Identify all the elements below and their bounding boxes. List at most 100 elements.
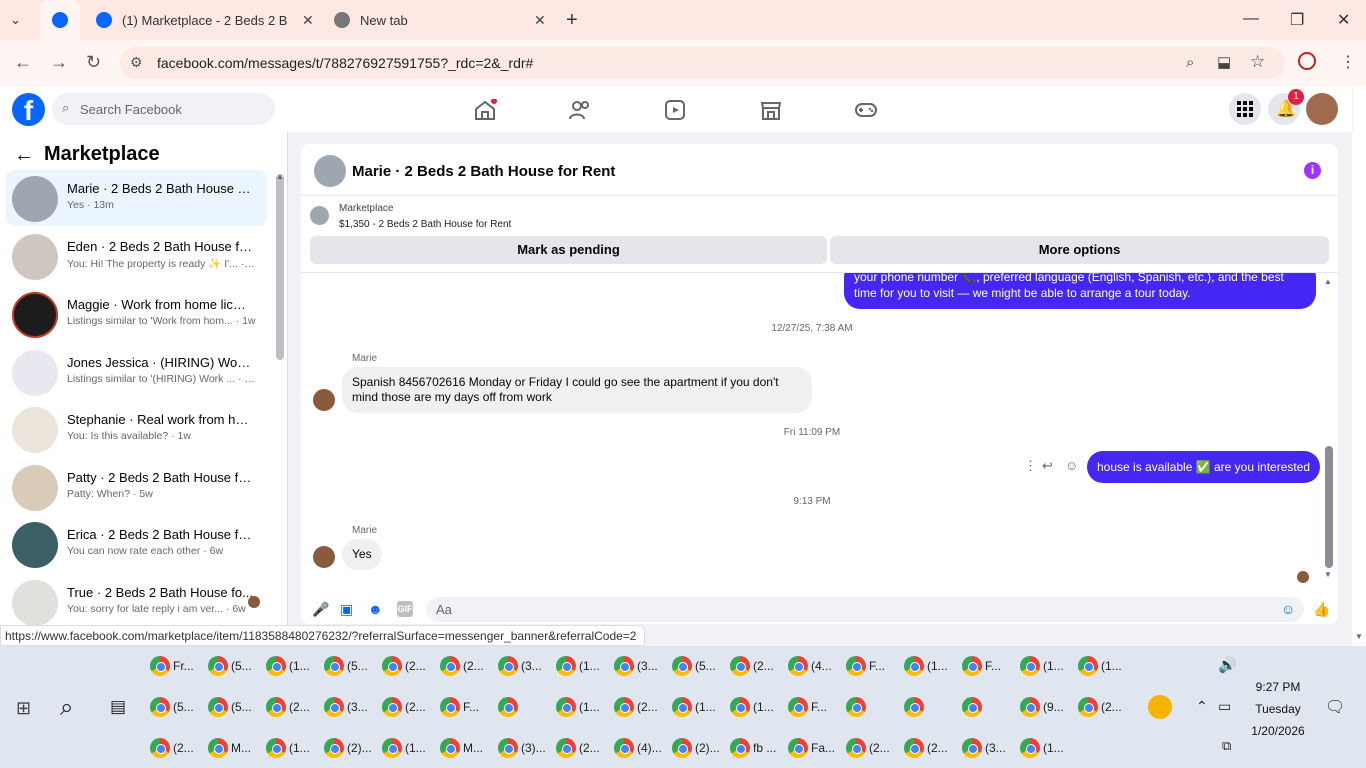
weather-icon[interactable]	[1148, 695, 1172, 719]
battery-icon[interactable]: ▭	[1218, 698, 1231, 715]
menu-grid-button[interactable]	[1229, 93, 1261, 125]
back-arrow-icon[interactable]: ←	[14, 52, 32, 73]
scroll-down-icon[interactable]: ▼	[1324, 570, 1332, 579]
taskbar-chrome-window[interactable]: (3...	[962, 730, 1014, 766]
chat-avatar[interactable]	[314, 155, 346, 187]
taskbar-chrome-window[interactable]: (1...	[1020, 730, 1072, 766]
taskbar-chrome-window[interactable]: (2...	[440, 648, 492, 684]
taskbar-chrome-window[interactable]	[498, 689, 550, 725]
friends-icon[interactable]	[568, 99, 592, 121]
taskbar-chrome-window[interactable]: Fa...	[788, 730, 840, 766]
sidebar-scrollbar[interactable]	[276, 174, 284, 360]
tab-search-button[interactable]: ⌄	[10, 0, 30, 40]
taskbar-chrome-window[interactable]: (1...	[904, 648, 956, 684]
video-icon[interactable]	[664, 99, 688, 121]
taskbar-chrome-window[interactable]: F...	[440, 689, 492, 725]
like-thumb-icon[interactable]: 👍	[1313, 601, 1330, 617]
system-clock[interactable]: 9:27 PM Tuesday 1/20/2026	[1240, 676, 1316, 742]
list-item[interactable]: Erica · 2 Beds 2 Bath House for ... You …	[6, 516, 267, 572]
reply-icon[interactable]: ↩	[1042, 458, 1053, 474]
marketplace-icon[interactable]	[759, 99, 783, 121]
taskbar-chrome-window[interactable]: F...	[788, 689, 840, 725]
bookmark-star-icon[interactable]: ☆	[1250, 52, 1265, 72]
taskbar-chrome-window[interactable]: (2...	[382, 689, 434, 725]
more-actions-icon[interactable]: ⋮	[1024, 458, 1037, 474]
taskbar-chrome-window[interactable]: (2...	[556, 730, 608, 766]
taskbar-chrome-window[interactable]: (2...	[730, 648, 782, 684]
forward-arrow-icon[interactable]: →	[50, 52, 68, 73]
volume-icon[interactable]: 🔊	[1218, 656, 1237, 674]
avatar[interactable]	[1306, 93, 1338, 125]
facebook-logo-icon[interactable]: f	[12, 93, 45, 126]
scroll-up-icon[interactable]: ▲	[276, 172, 284, 181]
taskbar-chrome-window[interactable]: F...	[846, 648, 898, 684]
scroll-up-icon[interactable]: ▲	[1324, 277, 1332, 286]
taskbar-chrome-window[interactable]: M...	[208, 730, 260, 766]
search-input[interactable]: ⌕ Search Facebook	[52, 93, 275, 125]
tab-new-tab[interactable]: New tab ✕	[330, 0, 550, 40]
taskbar-chrome-window[interactable]: (2...	[614, 689, 666, 725]
taskbar-chrome-window[interactable]	[904, 689, 956, 725]
task-view-icon[interactable]: ▤	[110, 697, 126, 717]
list-item[interactable]: Jones Jessica · (HIRING) Work F... Listi…	[6, 344, 267, 400]
list-item[interactable]: Stephanie · Real work from ho... You: Is…	[6, 401, 267, 457]
taskbar-chrome-window[interactable]: (1...	[556, 648, 608, 684]
taskbar-chrome-window[interactable]: (1...	[556, 689, 608, 725]
taskbar-chrome-window[interactable]	[962, 689, 1014, 725]
taskbar-chrome-window[interactable]: (4...	[788, 648, 840, 684]
list-item[interactable]: Marie · 2 Beds 2 Bath House for... Yes ·…	[6, 170, 267, 226]
site-info-icon[interactable]: ⚙	[130, 54, 143, 71]
chevron-up-icon[interactable]: ⌃	[1196, 698, 1208, 715]
taskbar-chrome-window[interactable]: F...	[962, 648, 1014, 684]
install-app-icon[interactable]: ⬓	[1217, 53, 1231, 71]
taskbar-chrome-window[interactable]: (2...	[904, 730, 956, 766]
taskbar-chrome-window[interactable]: (1...	[1078, 648, 1130, 684]
list-item[interactable]: Eden · 2 Beds 2 Bath House for ... You: …	[6, 228, 267, 284]
chat-title[interactable]: Marie · 2 Beds 2 Bath House for Rent	[352, 163, 615, 180]
message-input[interactable]: Aa	[426, 597, 1304, 622]
taskbar-chrome-window[interactable]: (1...	[266, 648, 318, 684]
profile-icon[interactable]	[1298, 52, 1316, 70]
taskbar-chrome-window[interactable]: (5...	[208, 648, 260, 684]
taskbar-chrome-window[interactable]: (5...	[672, 648, 724, 684]
taskbar-chrome-window[interactable]: (2...	[1078, 689, 1130, 725]
back-arrow-icon[interactable]: ←	[14, 144, 34, 167]
close-window-icon[interactable]: ✕	[1337, 10, 1350, 30]
minimize-icon[interactable]: —	[1243, 10, 1259, 28]
pinned-tab-facebook[interactable]	[40, 0, 80, 40]
reload-icon[interactable]: ↻	[86, 52, 101, 73]
search-icon[interactable]: ⌕	[60, 694, 73, 722]
emoji-icon[interactable]: ☺	[1281, 601, 1297, 617]
microphone-icon[interactable]: 🎤	[312, 601, 329, 617]
list-item[interactable]: Patty · 2 Beds 2 Bath House for ... Patt…	[6, 459, 267, 515]
gaming-icon[interactable]	[854, 99, 878, 121]
maximize-icon[interactable]: ❐	[1290, 10, 1304, 30]
photo-icon[interactable]: ▣	[340, 601, 356, 617]
taskbar-chrome-window[interactable]: (3)...	[498, 730, 550, 766]
taskbar-chrome-window[interactable]: (1...	[672, 689, 724, 725]
url-text[interactable]: facebook.com/messages/t/788276927591755?…	[157, 55, 533, 71]
list-item[interactable]: Maggie · Work from home licen... Listing…	[6, 286, 267, 342]
taskbar-chrome-window[interactable]: (3...	[324, 689, 376, 725]
react-icon[interactable]: ☺	[1065, 458, 1078, 473]
close-icon[interactable]: ✕	[302, 12, 314, 29]
zoom-icon[interactable]: ⌕	[1186, 54, 1194, 71]
taskbar-chrome-window[interactable]: M...	[440, 730, 492, 766]
sticker-icon[interactable]: ☻	[368, 601, 384, 617]
home-icon[interactable]	[473, 98, 497, 121]
taskbar-chrome-window[interactable]: (5...	[324, 648, 376, 684]
more-options-button[interactable]: More options	[830, 236, 1329, 264]
banner-listing[interactable]: $1,350 - 2 Beds 2 Bath House for Rent	[339, 219, 511, 230]
taskbar-chrome-window[interactable]: (2...	[382, 648, 434, 684]
taskbar-chrome-window[interactable]	[846, 689, 898, 725]
taskbar-chrome-window[interactable]: (9...	[1020, 689, 1072, 725]
taskbar-chrome-window[interactable]: (2...	[266, 689, 318, 725]
windows-start-icon[interactable]: ⊞	[16, 698, 31, 719]
taskbar-chrome-window[interactable]: (1...	[266, 730, 318, 766]
taskbar-chrome-window[interactable]: (1...	[382, 730, 434, 766]
mark-pending-button[interactable]: Mark as pending	[310, 236, 827, 264]
close-icon[interactable]: ✕	[534, 12, 546, 29]
new-tab-button[interactable]: +	[566, 0, 578, 40]
taskbar-chrome-window[interactable]: (2...	[150, 730, 202, 766]
taskbar-chrome-window[interactable]: (5...	[150, 689, 202, 725]
